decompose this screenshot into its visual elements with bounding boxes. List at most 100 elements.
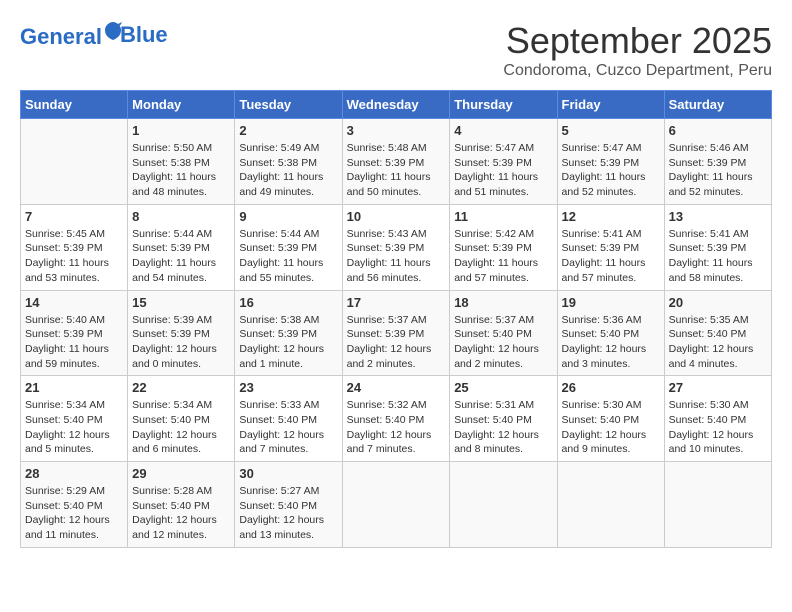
- calendar-cell: [21, 119, 128, 205]
- calendar-cell: 9 Sunrise: 5:44 AM Sunset: 5:39 PM Daylig…: [235, 204, 342, 290]
- day-info: Sunrise: 5:37 AM Sunset: 5:39 PM Dayligh…: [347, 313, 446, 372]
- calendar-cell: 15 Sunrise: 5:39 AM Sunset: 5:39 PM Dayli…: [128, 290, 235, 376]
- day-number: 13: [669, 209, 767, 224]
- day-info: Sunrise: 5:41 AM Sunset: 5:39 PM Dayligh…: [562, 227, 660, 286]
- calendar-cell: 30 Sunrise: 5:27 AM Sunset: 5:40 PM Dayli…: [235, 462, 342, 548]
- day-number: 18: [454, 295, 552, 310]
- calendar-cell: 12 Sunrise: 5:41 AM Sunset: 5:39 PM Dayli…: [557, 204, 664, 290]
- calendar-cell: 29 Sunrise: 5:28 AM Sunset: 5:40 PM Dayli…: [128, 462, 235, 548]
- day-number: 20: [669, 295, 767, 310]
- day-number: 24: [347, 380, 446, 395]
- day-info: Sunrise: 5:38 AM Sunset: 5:39 PM Dayligh…: [239, 313, 337, 372]
- day-info: Sunrise: 5:39 AM Sunset: 5:39 PM Dayligh…: [132, 313, 230, 372]
- day-header-friday: Friday: [557, 91, 664, 119]
- day-header-saturday: Saturday: [664, 91, 771, 119]
- day-info: Sunrise: 5:30 AM Sunset: 5:40 PM Dayligh…: [669, 398, 767, 457]
- day-header-tuesday: Tuesday: [235, 91, 342, 119]
- calendar-cell: 11Sunrise: 5:42 AM Sunset: 5:39 PM Dayli…: [450, 204, 557, 290]
- day-number: 7: [25, 209, 123, 224]
- day-info: Sunrise: 5:34 AM Sunset: 5:40 PM Dayligh…: [132, 398, 230, 457]
- day-number: 28: [25, 466, 123, 481]
- day-number: 3: [347, 123, 446, 138]
- day-info: Sunrise: 5:29 AM Sunset: 5:40 PM Dayligh…: [25, 484, 123, 543]
- day-number: 16: [239, 295, 337, 310]
- day-header-sunday: Sunday: [21, 91, 128, 119]
- week-row: 28 Sunrise: 5:29 AM Sunset: 5:40 PM Dayli…: [21, 462, 772, 548]
- day-number: 19: [562, 295, 660, 310]
- day-header-wednesday: Wednesday: [342, 91, 450, 119]
- day-info: Sunrise: 5:34 AM Sunset: 5:40 PM Dayligh…: [25, 398, 123, 457]
- day-info: Sunrise: 5:47 AM Sunset: 5:39 PM Dayligh…: [454, 141, 552, 200]
- calendar-cell: [664, 462, 771, 548]
- calendar-cell: 10 Sunrise: 5:43 AM Sunset: 5:39 PM Dayli…: [342, 204, 450, 290]
- day-info: Sunrise: 5:37 AM Sunset: 5:40 PM Dayligh…: [454, 313, 552, 372]
- calendar-cell: 27 Sunrise: 5:30 AM Sunset: 5:40 PM Dayli…: [664, 376, 771, 462]
- calendar-cell: 14 Sunrise: 5:40 AM Sunset: 5:39 PM Dayli…: [21, 290, 128, 376]
- day-info: Sunrise: 5:30 AM Sunset: 5:40 PM Dayligh…: [562, 398, 660, 457]
- day-number: 30: [239, 466, 337, 481]
- day-info: Sunrise: 5:27 AM Sunset: 5:40 PM Dayligh…: [239, 484, 337, 543]
- day-info: Sunrise: 5:28 AM Sunset: 5:40 PM Dayligh…: [132, 484, 230, 543]
- calendar-cell: 3 Sunrise: 5:48 AM Sunset: 5:39 PM Daylig…: [342, 119, 450, 205]
- calendar-cell: 1 Sunrise: 5:50 AM Sunset: 5:38 PM Daylig…: [128, 119, 235, 205]
- logo-text: General: [20, 20, 122, 49]
- calendar-cell: 6 Sunrise: 5:46 AM Sunset: 5:39 PM Daylig…: [664, 119, 771, 205]
- location: Condoroma, Cuzco Department, Peru: [503, 62, 772, 80]
- calendar-cell: 19Sunrise: 5:36 AM Sunset: 5:40 PM Dayli…: [557, 290, 664, 376]
- week-row: 7 Sunrise: 5:45 AM Sunset: 5:39 PM Daylig…: [21, 204, 772, 290]
- calendar-cell: 22 Sunrise: 5:34 AM Sunset: 5:40 PM Dayli…: [128, 376, 235, 462]
- day-number: 9: [239, 209, 337, 224]
- day-number: 29: [132, 466, 230, 481]
- calendar-cell: 13 Sunrise: 5:41 AM Sunset: 5:39 PM Dayli…: [664, 204, 771, 290]
- header-row: SundayMondayTuesdayWednesdayThursdayFrid…: [21, 91, 772, 119]
- day-info: Sunrise: 5:47 AM Sunset: 5:39 PM Dayligh…: [562, 141, 660, 200]
- page-header: General Blue September 2025 Condoroma, C…: [20, 20, 772, 80]
- day-number: 1: [132, 123, 230, 138]
- month-title: September 2025: [503, 20, 772, 62]
- calendar-cell: 2Sunrise: 5:49 AM Sunset: 5:38 PM Daylig…: [235, 119, 342, 205]
- calendar-cell: [342, 462, 450, 548]
- logo-text2: Blue: [120, 23, 168, 47]
- day-info: Sunrise: 5:40 AM Sunset: 5:39 PM Dayligh…: [25, 313, 123, 372]
- day-number: 6: [669, 123, 767, 138]
- title-area: September 2025 Condoroma, Cuzco Departme…: [503, 20, 772, 80]
- day-number: 23: [239, 380, 337, 395]
- day-info: Sunrise: 5:48 AM Sunset: 5:39 PM Dayligh…: [347, 141, 446, 200]
- week-row: 14 Sunrise: 5:40 AM Sunset: 5:39 PM Dayli…: [21, 290, 772, 376]
- day-number: 8: [132, 209, 230, 224]
- day-number: 15: [132, 295, 230, 310]
- calendar-cell: 5 Sunrise: 5:47 AM Sunset: 5:39 PM Daylig…: [557, 119, 664, 205]
- day-info: Sunrise: 5:42 AM Sunset: 5:39 PM Dayligh…: [454, 227, 552, 286]
- day-number: 12: [562, 209, 660, 224]
- calendar-cell: 4 Sunrise: 5:47 AM Sunset: 5:39 PM Daylig…: [450, 119, 557, 205]
- calendar-cell: 21Sunrise: 5:34 AM Sunset: 5:40 PM Dayli…: [21, 376, 128, 462]
- calendar-table: SundayMondayTuesdayWednesdayThursdayFrid…: [20, 90, 772, 548]
- week-row: 21Sunrise: 5:34 AM Sunset: 5:40 PM Dayli…: [21, 376, 772, 462]
- day-info: Sunrise: 5:33 AM Sunset: 5:40 PM Dayligh…: [239, 398, 337, 457]
- day-number: 17: [347, 295, 446, 310]
- day-info: Sunrise: 5:46 AM Sunset: 5:39 PM Dayligh…: [669, 141, 767, 200]
- day-number: 14: [25, 295, 123, 310]
- day-info: Sunrise: 5:44 AM Sunset: 5:39 PM Dayligh…: [239, 227, 337, 286]
- calendar-cell: 26Sunrise: 5:30 AM Sunset: 5:40 PM Dayli…: [557, 376, 664, 462]
- day-header-monday: Monday: [128, 91, 235, 119]
- day-info: Sunrise: 5:45 AM Sunset: 5:39 PM Dayligh…: [25, 227, 123, 286]
- day-number: 22: [132, 380, 230, 395]
- day-info: Sunrise: 5:50 AM Sunset: 5:38 PM Dayligh…: [132, 141, 230, 200]
- day-info: Sunrise: 5:44 AM Sunset: 5:39 PM Dayligh…: [132, 227, 230, 286]
- calendar-cell: [557, 462, 664, 548]
- calendar-cell: 25Sunrise: 5:31 AM Sunset: 5:40 PM Dayli…: [450, 376, 557, 462]
- day-info: Sunrise: 5:43 AM Sunset: 5:39 PM Dayligh…: [347, 227, 446, 286]
- day-number: 10: [347, 209, 446, 224]
- day-number: 4: [454, 123, 552, 138]
- calendar-cell: [450, 462, 557, 548]
- day-header-thursday: Thursday: [450, 91, 557, 119]
- day-number: 27: [669, 380, 767, 395]
- day-info: Sunrise: 5:41 AM Sunset: 5:39 PM Dayligh…: [669, 227, 767, 286]
- calendar-cell: 18 Sunrise: 5:37 AM Sunset: 5:40 PM Dayli…: [450, 290, 557, 376]
- calendar-cell: 28 Sunrise: 5:29 AM Sunset: 5:40 PM Dayli…: [21, 462, 128, 548]
- day-number: 5: [562, 123, 660, 138]
- calendar-cell: 7 Sunrise: 5:45 AM Sunset: 5:39 PM Daylig…: [21, 204, 128, 290]
- calendar-cell: 20Sunrise: 5:35 AM Sunset: 5:40 PM Dayli…: [664, 290, 771, 376]
- week-row: 1 Sunrise: 5:50 AM Sunset: 5:38 PM Daylig…: [21, 119, 772, 205]
